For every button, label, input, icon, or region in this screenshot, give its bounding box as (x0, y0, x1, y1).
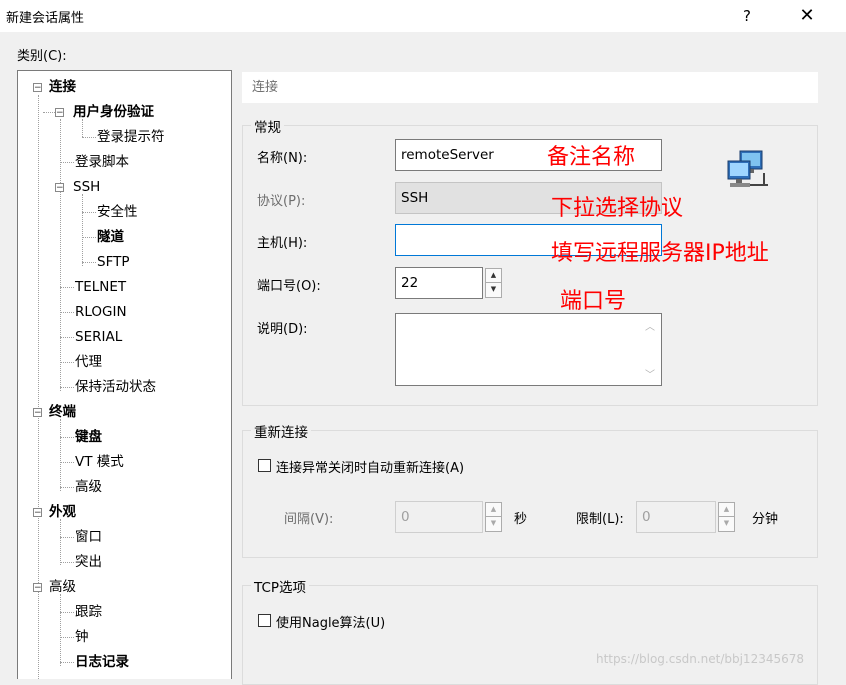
chevron-down-icon[interactable]: ▼ (486, 283, 501, 297)
scroll-up-icon[interactable]: ︿ (645, 318, 655, 333)
tree-item-login-script[interactable]: 登录脚本 (75, 152, 129, 172)
annotation-name: 备注名称 (547, 145, 636, 170)
protocol-label: 协议(P): (257, 194, 306, 209)
nagle-label[interactable]: 使用Nagle算法(U) (276, 612, 385, 631)
reconnect-group (242, 430, 818, 558)
minutes-unit: 分钟 (752, 512, 779, 527)
tree-item-keepalive[interactable]: 保持活动状态 (75, 377, 156, 397)
port-stepper[interactable]: ▲ ▼ (485, 268, 502, 298)
tree-item-connection[interactable]: 连接 (49, 77, 76, 97)
tcp-group (242, 585, 818, 685)
host-label: 主机(H): (257, 236, 308, 251)
collapse-icon[interactable]: − (55, 108, 64, 118)
reconnect-group-title: 重新连接 (251, 421, 311, 441)
tree-item-logging[interactable]: 日志记录 (75, 652, 129, 672)
annotation-protocol: 下拉选择协议 (551, 196, 684, 221)
tree-item-ssh[interactable]: SSH (73, 177, 100, 197)
seconds-unit: 秒 (514, 512, 528, 527)
collapse-icon[interactable]: − (33, 83, 42, 93)
tree-item-appearance[interactable]: 外观 (49, 502, 76, 522)
tree-item-sftp[interactable]: SFTP (97, 252, 129, 272)
collapse-icon[interactable]: − (33, 508, 42, 518)
general-group-title: 常规 (251, 116, 284, 136)
tree-item-proxy[interactable]: 代理 (75, 352, 102, 372)
collapse-icon[interactable]: − (33, 583, 42, 593)
tree-item-login-prompt[interactable]: 登录提示符 (97, 127, 165, 147)
chevron-down-icon[interactable]: ▼ (719, 517, 734, 531)
tree-item-keyboard[interactable]: 键盘 (75, 427, 102, 447)
limit-label: 限制(L): (576, 512, 624, 527)
tree-item-user-auth[interactable]: 用户身份验证 (73, 102, 154, 122)
watermark: https://blog.csdn.net/bbj12345678 (596, 652, 805, 666)
annotation-port: 端口号 (560, 289, 627, 314)
chevron-up-icon[interactable]: ▲ (719, 503, 734, 517)
collapse-icon[interactable]: − (33, 408, 42, 418)
interval-label: 间隔(V): (284, 512, 334, 527)
network-session-icon (727, 150, 768, 187)
limit-stepper[interactable]: ▲ ▼ (718, 502, 735, 532)
auto-reconnect-label[interactable]: 连接异常关闭时自动重新连接(A) (276, 457, 464, 476)
tree-item-telnet[interactable]: TELNET (75, 277, 126, 297)
port-field[interactable]: 22 (395, 267, 483, 299)
interval-stepper[interactable]: ▲ ▼ (485, 502, 502, 532)
tree-item-highlight[interactable]: 突出 (75, 552, 102, 572)
limit-field[interactable]: 0 (636, 501, 716, 533)
nagle-checkbox[interactable] (258, 614, 271, 627)
port-label: 端口号(O): (257, 279, 321, 294)
tree-item-advanced[interactable]: 高级 (49, 577, 76, 597)
tree-item-terminal[interactable]: 终端 (49, 402, 76, 422)
name-label: 名称(N): (257, 151, 308, 166)
tree-item-rlogin[interactable]: RLOGIN (75, 302, 127, 322)
category-label: 类别(C): (17, 49, 67, 64)
category-tree[interactable]: − − − − − − 连接 用户身份验证 登录提示符 登录脚本 SSH 安全性… (17, 70, 232, 679)
description-field[interactable]: ︿ ﹀ (395, 313, 662, 386)
section-header: 连接 (242, 72, 818, 103)
title-bar: 新建会话属性 ? ✕ (0, 0, 846, 32)
tree-item-bell[interactable]: 钟 (75, 627, 89, 647)
tcp-group-title: TCP选项 (251, 576, 310, 596)
annotation-host: 填写远程服务器IP地址 (551, 241, 769, 266)
window-title: 新建会话属性 (6, 11, 85, 26)
description-label: 说明(D): (257, 322, 308, 337)
chevron-down-icon[interactable]: ▼ (486, 517, 501, 531)
help-button[interactable]: ? (724, 0, 770, 32)
collapse-icon[interactable]: − (55, 183, 64, 193)
auto-reconnect-checkbox[interactable] (258, 459, 271, 472)
tree-item-security[interactable]: 安全性 (97, 202, 138, 222)
chevron-up-icon[interactable]: ▲ (486, 269, 501, 283)
tree-item-vt-mode[interactable]: VT 模式 (75, 452, 124, 472)
chevron-up-icon[interactable]: ▲ (486, 503, 501, 517)
tree-item-trace[interactable]: 跟踪 (75, 602, 102, 622)
close-button[interactable]: ✕ (784, 0, 830, 32)
tree-item-serial[interactable]: SERIAL (75, 327, 122, 347)
tree-item-terminal-advanced[interactable]: 高级 (75, 477, 102, 497)
interval-field[interactable]: 0 (395, 501, 483, 533)
scroll-down-icon[interactable]: ﹀ (645, 366, 655, 381)
tree-item-window[interactable]: 窗口 (75, 527, 102, 547)
tree-item-tunnel[interactable]: 隧道 (97, 227, 124, 247)
